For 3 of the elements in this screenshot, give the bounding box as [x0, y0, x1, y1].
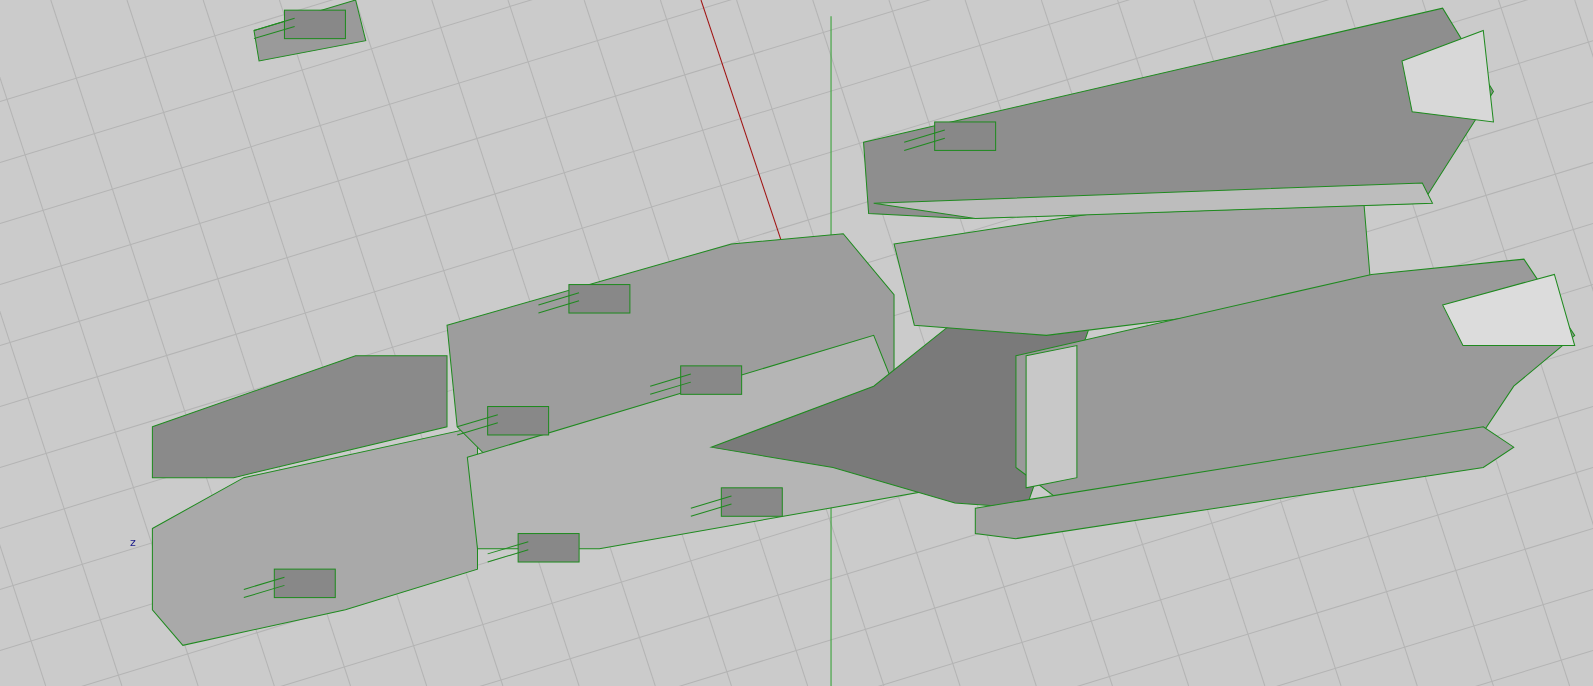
- axis-label: z: [130, 537, 136, 549]
- viewport[interactable]: z: [0, 0, 1593, 686]
- spaceship-model-drawing[interactable]: [151, 0, 1576, 646]
